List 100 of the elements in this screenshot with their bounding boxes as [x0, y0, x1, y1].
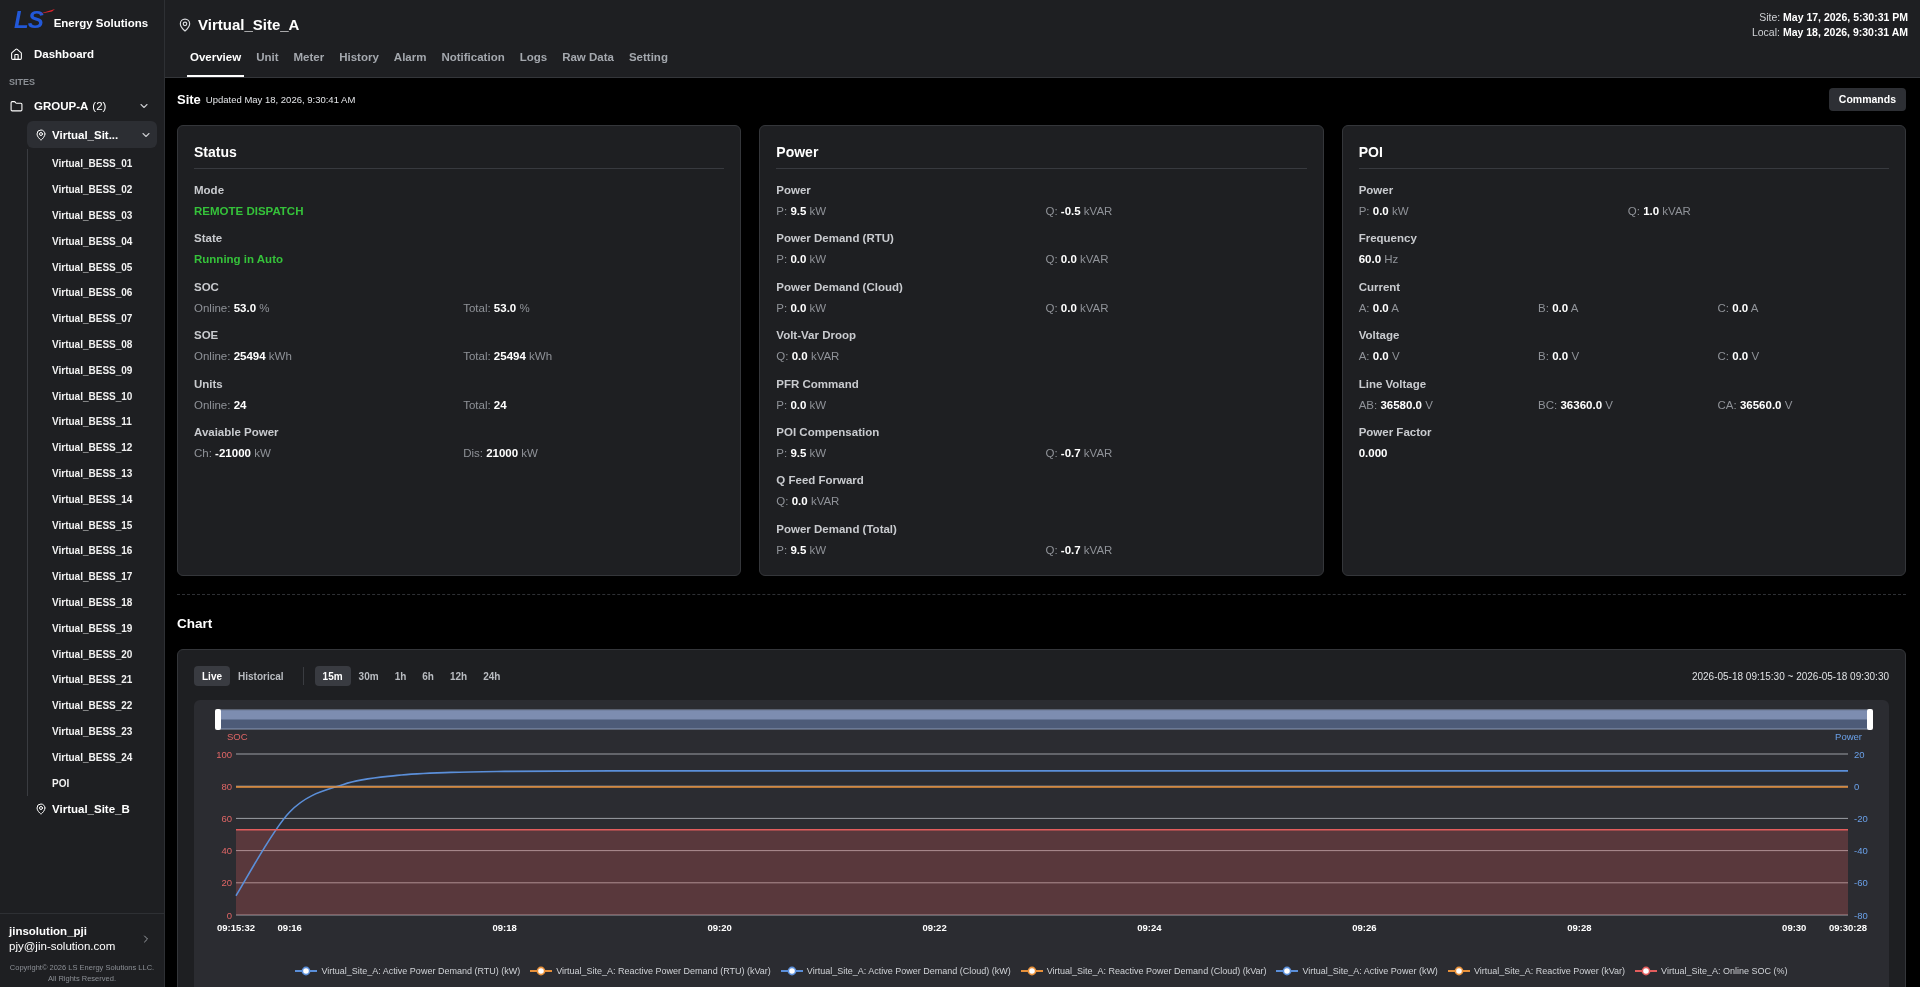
unit-item[interactable]: Virtual_BESS_22 — [28, 692, 157, 719]
unit-item[interactable]: Virtual_BESS_13 — [28, 460, 157, 487]
tab[interactable]: Raw Data — [559, 47, 617, 77]
unit-item[interactable]: Virtual_BESS_09 — [28, 357, 157, 384]
unit-item[interactable]: Virtual_BESS_01 — [28, 151, 157, 177]
range-handle[interactable] — [215, 709, 221, 730]
unit-item[interactable]: Virtual_BESS_05 — [28, 254, 157, 280]
unit-item[interactable]: Virtual_BESS_12 — [28, 434, 157, 461]
range-toggle[interactable]: 24h — [475, 666, 509, 686]
tab[interactable]: Overview — [187, 47, 245, 77]
dashboard-link[interactable]: Dashboard — [0, 40, 164, 68]
reading: Q: -0.7 kVAR — [1045, 542, 1113, 558]
reading: Total: 25494 kWh — [463, 349, 553, 365]
tab[interactable]: Notification — [438, 47, 508, 77]
unit-item[interactable]: Virtual_BESS_23 — [28, 718, 157, 745]
field-label: Current — [1358, 279, 1401, 295]
tab[interactable]: History — [336, 47, 382, 77]
status-value: REMOTE DISPATCH — [194, 204, 304, 219]
reading: Dis: 21000 kW — [463, 445, 538, 461]
field-label: State — [194, 231, 223, 247]
tick-label: 09:20 — [707, 922, 732, 933]
site-item[interactable]: Virtual_Sit... — [27, 121, 157, 148]
tab[interactable]: Setting — [625, 47, 671, 77]
range-handle[interactable] — [1867, 709, 1873, 730]
user-email: pjy@jin-solution.com — [9, 939, 116, 954]
unit-item[interactable]: Virtual_BESS_18 — [28, 589, 157, 616]
tick-label: 20 — [221, 877, 232, 889]
legend-item[interactable]: Virtual_Site_A: Online SOC (%) — [1635, 965, 1788, 977]
legend-item[interactable]: Virtual_Site_A: Active Power (kW) — [1276, 965, 1438, 977]
zoom-range-track[interactable] — [217, 709, 1871, 730]
range-toggle[interactable]: 30m — [350, 666, 387, 686]
field-label: Power Demand (Cloud) — [776, 279, 903, 295]
reading: P: 9.5 kW — [776, 445, 827, 461]
tick-label: 09:30 — [1782, 922, 1807, 933]
unit-item[interactable]: Virtual_BESS_03 — [28, 202, 157, 229]
unit-item[interactable]: Virtual_BESS_19 — [28, 615, 157, 642]
field-label: SOE — [194, 328, 219, 344]
unit-item[interactable]: Virtual_BESS_10 — [28, 383, 157, 409]
tick-label: 100 — [216, 748, 232, 760]
range-toggle[interactable]: 12h — [441, 666, 476, 686]
mode-toggle[interactable]: Live — [194, 666, 230, 686]
reading: A: 0.0 A — [1358, 300, 1399, 316]
status-value: Running in Auto — [194, 252, 283, 268]
unit-item[interactable]: Virtual_BESS_06 — [28, 280, 157, 306]
field-label: Power Demand (Total) — [776, 521, 897, 537]
reading: 60.0 Hz — [1358, 252, 1399, 268]
field-label: Avaiable Power — [194, 424, 279, 440]
unit-item[interactable]: Virtual_BESS_08 — [28, 331, 157, 358]
section-title: Site — [177, 91, 201, 107]
section-title: Chart — [177, 615, 213, 633]
unit-item[interactable]: Virtual_BESS_04 — [28, 228, 157, 255]
tab[interactable]: Logs — [516, 47, 551, 77]
unit-item[interactable]: Virtual_BESS_02 — [28, 176, 157, 203]
legend-line-icon — [1020, 966, 1043, 976]
range-toggle[interactable]: 15m — [314, 666, 351, 686]
range-toggle[interactable]: 1h — [386, 666, 415, 686]
reading: A: 0.0 V — [1358, 349, 1400, 365]
logo-text: Energy Solutions — [53, 16, 149, 29]
tab[interactable]: Alarm — [390, 47, 430, 77]
unit-item[interactable]: Virtual_BESS_21 — [28, 666, 157, 693]
legend-item[interactable]: Virtual_Site_A: Reactive Power Demand (Cloud) (kVar) — [1020, 965, 1267, 977]
user-name: jinsolution_pji — [9, 924, 87, 939]
logo-mark: LS — [14, 8, 43, 32]
commands-button[interactable]: Commands — [1828, 87, 1906, 111]
unit-item[interactable]: Virtual_BESS_16 — [28, 537, 157, 564]
map-pin-icon — [35, 128, 47, 141]
field-label: Power Factor — [1358, 424, 1432, 440]
unit-item[interactable]: Virtual_BESS_24 — [28, 744, 157, 771]
unit-item[interactable]: Virtual_BESS_15 — [28, 512, 157, 538]
range-toggle[interactable]: 6h — [414, 666, 442, 686]
unit-item[interactable]: Virtual_BESS_17 — [28, 563, 157, 590]
mode-toggle[interactable]: Historical — [230, 666, 292, 686]
unit-item[interactable]: Virtual_BESS_07 — [28, 305, 157, 332]
field-label: Mode — [194, 183, 225, 198]
legend-item[interactable]: Virtual_Site_A: Active Power Demand (Cloud) (kW) — [780, 965, 1011, 977]
unit-item[interactable]: Virtual_BESS_11 — [28, 408, 157, 435]
unit-item[interactable]: Virtual_BESS_20 — [28, 641, 157, 667]
reading: AB: 36580.0 V — [1358, 397, 1433, 413]
field-label: Power — [776, 183, 811, 198]
unit-item[interactable]: Virtual_BESS_14 — [28, 486, 157, 513]
tick-label: 0 — [226, 909, 232, 921]
reading: Online: 53.0 % — [194, 300, 270, 316]
field-label: POI Compensation — [776, 424, 880, 440]
legend-item[interactable]: Virtual_Site_A: Reactive Power (kVar) — [1447, 965, 1626, 977]
axis-label: SOC — [227, 731, 248, 742]
site-item[interactable]: Virtual_Site_B — [27, 795, 157, 823]
tab[interactable]: Unit — [253, 47, 282, 77]
reading: C: 0.0 A — [1717, 300, 1759, 316]
group-item[interactable]: GROUP-A (2) — [0, 92, 164, 120]
tick-label: 09:26 — [1352, 922, 1377, 933]
reading: Online: 25494 kWh — [194, 349, 292, 365]
legend-item[interactable]: Virtual_Site_A: Reactive Power Demand (RTU) (kVar) — [530, 965, 771, 977]
legend-item[interactable]: Virtual_Site_A: Active Power Demand (RTU) (kW) — [295, 965, 521, 977]
section-label: SITES — [9, 76, 35, 89]
tab[interactable]: Meter — [290, 47, 328, 77]
field-label: Volt-Var Droop — [776, 328, 856, 344]
unit-item[interactable]: POI — [28, 770, 157, 796]
reading: Q: -0.5 kVAR — [1045, 204, 1113, 219]
reading: P: 9.5 kW — [776, 542, 827, 558]
reading: C: 0.0 V — [1717, 349, 1760, 365]
